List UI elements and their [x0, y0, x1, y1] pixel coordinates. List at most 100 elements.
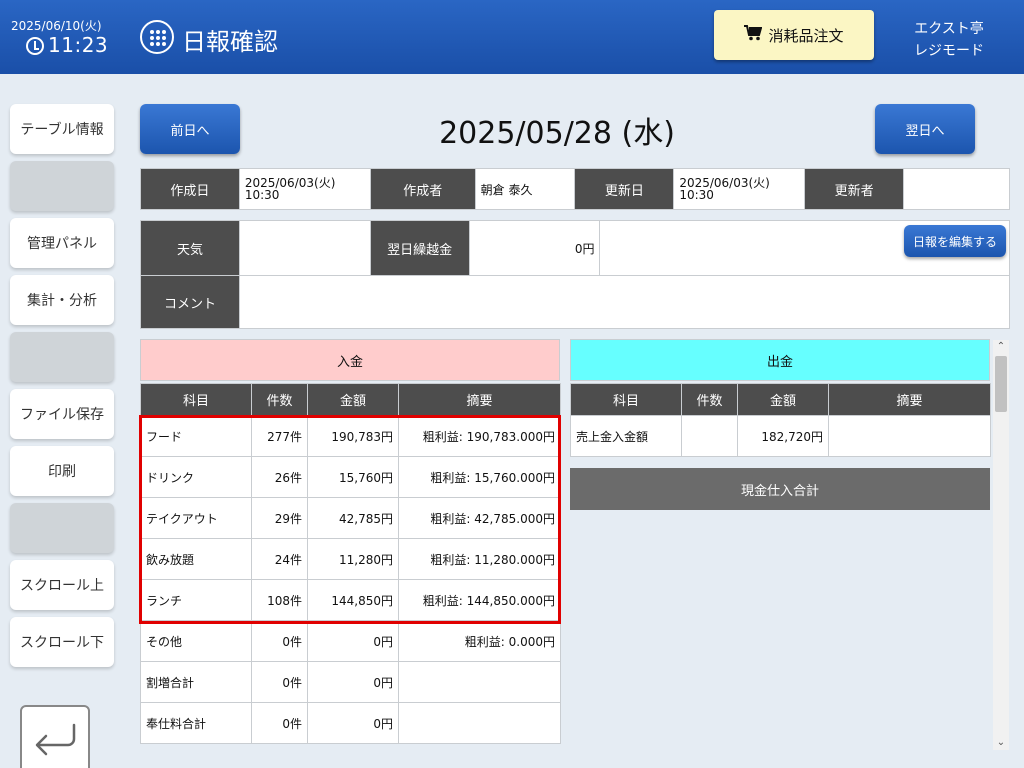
- next-day-button[interactable]: 翌日へ: [875, 104, 975, 154]
- amount-cell: 15,760円: [307, 456, 399, 498]
- created-label: 作成日: [140, 168, 240, 210]
- column-header: 件数: [251, 383, 308, 416]
- comment-value: [238, 275, 1011, 329]
- sidebar-item-table-info[interactable]: テーブル情報: [10, 104, 114, 154]
- carryover-value: 0円: [468, 220, 601, 276]
- page-title: 日報確認: [182, 28, 278, 56]
- supplies-order-label: 消耗品注文: [768, 26, 844, 45]
- sidebar-item-blank: [10, 332, 114, 382]
- expense-header: 出金: [570, 339, 990, 381]
- clock-icon: [26, 37, 44, 55]
- sidebar-item-print[interactable]: 印刷: [10, 446, 114, 496]
- item-cell: 売上金入金額: [570, 415, 682, 457]
- item-cell: 飲み放題: [140, 538, 252, 580]
- item-cell: ドリンク: [140, 456, 252, 498]
- count-cell: 0件: [251, 702, 308, 744]
- updater-value: [903, 168, 1010, 210]
- count-cell: 108件: [251, 579, 308, 621]
- table-row: フード 277件 190,783円 粗利益: 190,783.000円: [140, 415, 561, 457]
- table-row: 奉仕料合計 0件 0円: [140, 702, 561, 744]
- column-header: 摘要: [828, 383, 991, 416]
- count-cell: 277件: [251, 415, 308, 457]
- app-header: 2025/06/10(火) 11:23 日報確認 消耗品注文 エクスト亭 レジモ…: [0, 0, 1024, 74]
- amount-cell: 42,785円: [307, 497, 399, 539]
- table-row: ドリンク 26件 15,760円 粗利益: 15,760.000円: [140, 456, 561, 498]
- note-cell: 粗利益: 15,760.000円: [398, 456, 561, 498]
- income-header: 入金: [140, 339, 560, 381]
- sidebar-item-scroll-up[interactable]: スクロール上: [10, 560, 114, 610]
- column-header: 摘要: [398, 383, 561, 416]
- note-cell: 粗利益: 11,280.000円: [398, 538, 561, 580]
- note-cell: 粗利益: 190,783.000円: [398, 415, 561, 457]
- header-time: 11:23: [48, 33, 109, 57]
- sidebar-item-blank: [10, 503, 114, 553]
- table-row: その他 0件 0円 粗利益: 0.000円: [140, 620, 561, 662]
- note-cell: [398, 661, 561, 703]
- shop-name: エクスト亭: [914, 21, 984, 37]
- table-row: 売上金入金額 182,720円: [570, 415, 991, 457]
- author-value: 朝倉 泰久: [474, 168, 576, 210]
- back-button[interactable]: [20, 705, 90, 768]
- supplies-order-button[interactable]: 消耗品注文: [714, 10, 874, 60]
- item-cell: ランチ: [140, 579, 252, 621]
- sidebar-item-save-file[interactable]: ファイル保存: [10, 389, 114, 439]
- carryover-label: 翌日繰越金: [369, 220, 470, 276]
- note-cell: 粗利益: 42,785.000円: [398, 497, 561, 539]
- column-header: 金額: [737, 383, 829, 416]
- column-header: 科目: [140, 383, 252, 416]
- sidebar-item-scroll-down[interactable]: スクロール下: [10, 617, 114, 667]
- table-row: 割増合計 0件 0円: [140, 661, 561, 703]
- updated-value: 2025/06/03(火) 10:30: [673, 168, 806, 210]
- item-cell: 割増合計: [140, 661, 252, 703]
- column-header: 件数: [681, 383, 738, 416]
- shop-info: エクスト亭 レジモード: [900, 18, 998, 62]
- expense-table: 科目 件数 金額 摘要 売上金入金額 182,720円: [570, 383, 991, 457]
- amount-cell: 190,783円: [307, 415, 399, 457]
- chevron-up-icon[interactable]: ⌃: [993, 340, 1009, 354]
- amount-cell: 0円: [307, 620, 399, 662]
- weather-value: [238, 220, 371, 276]
- item-cell: テイクアウト: [140, 497, 252, 539]
- note-cell: 粗利益: 0.000円: [398, 620, 561, 662]
- cart-icon: [744, 25, 763, 45]
- amount-cell: 11,280円: [307, 538, 399, 580]
- amount-cell: 144,850円: [307, 579, 399, 621]
- count-cell: 29件: [251, 497, 308, 539]
- vertical-scrollbar[interactable]: ⌃ ⌄: [993, 340, 1009, 750]
- table-row: 飲み放題 24件 11,280円 粗利益: 11,280.000円: [140, 538, 561, 580]
- count-cell: [681, 415, 738, 457]
- column-header: 金額: [307, 383, 399, 416]
- count-cell: 0件: [251, 661, 308, 703]
- count-cell: 24件: [251, 538, 308, 580]
- note-cell: [828, 415, 991, 457]
- note-cell: [398, 702, 561, 744]
- edit-report-button[interactable]: 日報を編集する: [904, 225, 1006, 257]
- count-cell: 26件: [251, 456, 308, 498]
- updated-label: 更新日: [574, 168, 675, 210]
- weather-label: 天気: [140, 220, 240, 276]
- menu-grid-icon[interactable]: [140, 20, 174, 54]
- report-meta-table: 作成日 2025/06/03(火) 10:30 作成者 朝倉 泰久 更新日 20…: [140, 168, 1010, 210]
- sidebar-item-admin-panel[interactable]: 管理パネル: [10, 218, 114, 268]
- comment-label: コメント: [140, 275, 240, 329]
- created-value: 2025/06/03(火) 10:30: [238, 168, 371, 210]
- author-label: 作成者: [369, 168, 476, 210]
- sidebar-item-blank: [10, 161, 114, 211]
- count-cell: 0件: [251, 620, 308, 662]
- daily-info-table: 天気 翌日繰越金 0円 コメント: [140, 220, 1011, 329]
- table-row: ランチ 108件 144,850円 粗利益: 144,850.000円: [140, 579, 561, 621]
- column-header: 科目: [570, 383, 682, 416]
- cash-purchase-total-bar: 現金仕入合計: [570, 468, 990, 510]
- mode-label: レジモード: [914, 43, 984, 59]
- amount-cell: 182,720円: [737, 415, 829, 457]
- note-cell: 粗利益: 144,850.000円: [398, 579, 561, 621]
- amount-cell: 0円: [307, 702, 399, 744]
- chevron-down-icon[interactable]: ⌄: [993, 736, 1009, 750]
- report-date: 2025/05/28 (水): [439, 116, 675, 151]
- sidebar-item-analytics[interactable]: 集計・分析: [10, 275, 114, 325]
- scroll-thumb[interactable]: [995, 356, 1007, 412]
- prev-day-button[interactable]: 前日へ: [140, 104, 240, 154]
- amount-cell: 0円: [307, 661, 399, 703]
- return-arrow-icon: [35, 723, 76, 756]
- item-cell: フード: [140, 415, 252, 457]
